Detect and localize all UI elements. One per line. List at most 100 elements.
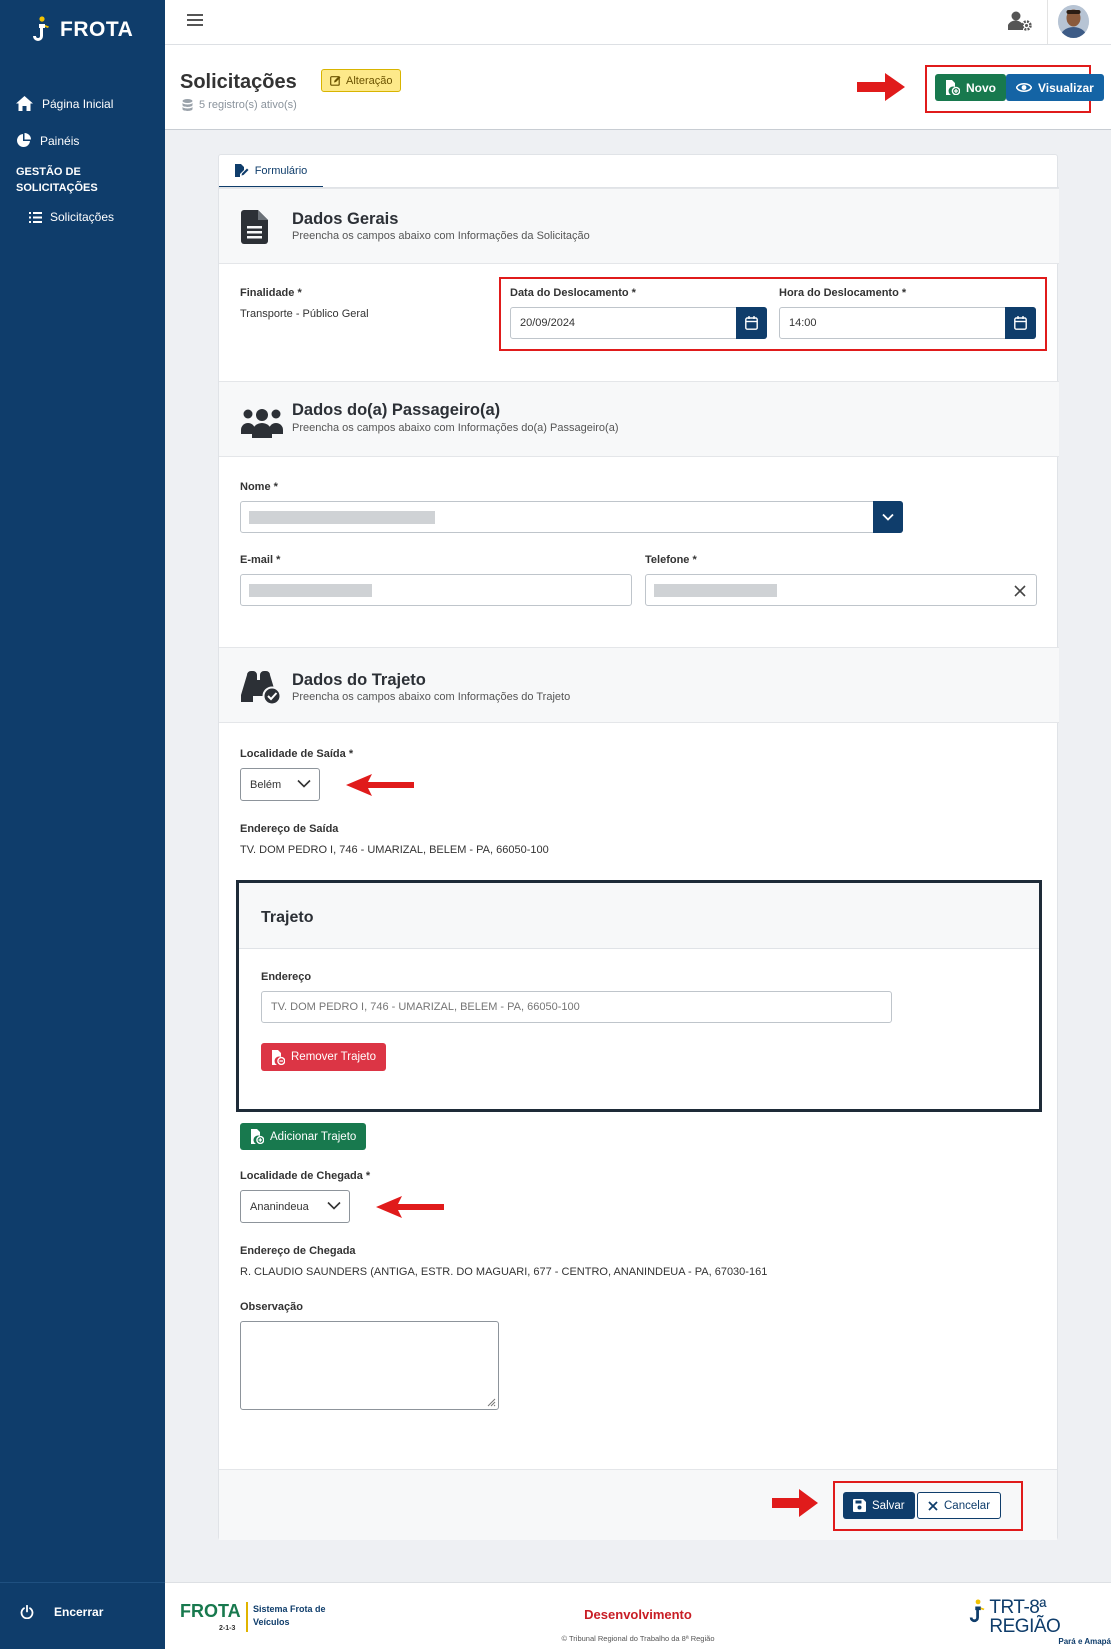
annotation-arrow-icon <box>346 774 414 796</box>
time-label: Hora do Deslocamento * <box>779 287 907 299</box>
user-settings-button[interactable] <box>1008 11 1032 31</box>
departure-label: Localidade de Saída * <box>240 748 354 760</box>
pie-chart-icon <box>17 133 31 147</box>
edit-icon <box>330 76 341 86</box>
purpose-value: Transporte - Público Geral <box>240 308 369 320</box>
annotation-arrow-icon <box>772 1489 818 1517</box>
phone-field[interactable] <box>645 574 1037 606</box>
general-section-title: Dados Gerais <box>292 210 399 228</box>
observation-label: Observação <box>240 1301 303 1313</box>
avatar[interactable] <box>1058 5 1089 38</box>
trajeto-address-label: Endereço <box>261 971 312 983</box>
tab-form[interactable]: Formulário <box>219 155 323 188</box>
new-button-label: Novo <box>966 80 996 95</box>
org-logo: TRT-8ª REGIÃO Pará e Amapá <box>967 1598 1111 1646</box>
time-picker-button[interactable] <box>1005 307 1036 339</box>
passenger-section-header: Dados do(a) Passageiro(a) Preencha os ca… <box>219 381 1059 457</box>
trajeto-address-input[interactable] <box>261 991 892 1023</box>
email-label: E-mail * <box>240 554 281 566</box>
add-route-button[interactable]: Adicionar Trajeto <box>240 1123 367 1150</box>
page-header: Solicitações Alteração 5 registro(s) ati… <box>165 45 1111 130</box>
resize-handle-icon[interactable] <box>486 1397 496 1407</box>
mode-badge: Alteração <box>321 69 402 92</box>
menu-toggle-button[interactable] <box>187 13 203 27</box>
annotation-arrow-icon <box>376 1196 444 1218</box>
form-card: Formulário Dados Gerais Preencha os camp… <box>218 154 1059 1540</box>
redacted-name <box>249 510 435 524</box>
arrival-select[interactable]: Ananindeua <box>240 1190 350 1223</box>
email-field[interactable] <box>240 574 632 606</box>
eye-icon <box>1016 83 1032 92</box>
list-icon <box>29 211 42 223</box>
view-button[interactable]: Visualizar <box>1006 74 1104 101</box>
org-subtitle: Pará e Amapá <box>1058 1637 1111 1646</box>
frota-logo-icon <box>33 16 49 41</box>
name-label: Nome * <box>240 481 278 493</box>
document-icon <box>241 210 268 244</box>
trajeto-panel: Trajeto Endereço Remover Trajeto <box>236 880 1042 1112</box>
sidebar-item-home[interactable]: Página Inicial <box>16 96 113 111</box>
route-section-subtitle: Preencha os campos abaixo com Informaçõe… <box>292 691 571 703</box>
departure-select[interactable]: Belém <box>240 768 320 801</box>
user-photo-icon <box>1058 5 1089 38</box>
time-value: 14:00 <box>789 317 817 329</box>
redacted-email <box>249 583 372 597</box>
save-label: Salvar <box>872 1499 905 1512</box>
general-section-header: Dados Gerais Preencha os campos abaixo c… <box>219 188 1059 264</box>
save-button[interactable]: Salvar <box>843 1492 915 1519</box>
cancel-label: Cancelar <box>944 1499 991 1512</box>
passenger-section-subtitle: Preencha os campos abaixo com Informaçõe… <box>292 422 619 434</box>
remove-route-button[interactable]: Remover Trajeto <box>261 1043 387 1071</box>
page-footer: FROTA 2-1-3 Sistema Frota de Veículos De… <box>165 1582 1111 1649</box>
app-logo[interactable]: FROTA <box>30 16 133 44</box>
remove-route-label: Remover Trajeto <box>291 1051 377 1063</box>
save-icon <box>853 1499 866 1512</box>
power-icon <box>20 1605 34 1619</box>
top-bar <box>165 0 1111 45</box>
arrival-address-value: R. CLAUDIO SAUNDERS (ANTIGA, ESTR. DO MA… <box>240 1266 768 1278</box>
logout-button[interactable]: Encerrar <box>20 1605 103 1619</box>
date-field[interactable]: 20/09/2024 <box>510 307 767 339</box>
sidebar-item-panels[interactable]: Painéis <box>16 133 79 148</box>
date-picker-button[interactable] <box>736 307 767 339</box>
clear-icon[interactable] <box>1014 585 1026 597</box>
chevron-down-icon <box>882 513 894 521</box>
chevron-down-icon <box>327 1201 341 1210</box>
user-cog-icon <box>1008 11 1032 31</box>
departure-address-label: Endereço de Saída <box>240 823 339 835</box>
mode-badge-label: Alteração <box>346 74 393 87</box>
file-plus-icon <box>251 1129 264 1144</box>
date-value: 20/09/2024 <box>520 317 576 329</box>
hamburger-icon <box>187 14 203 26</box>
file-minus-icon <box>272 1049 285 1065</box>
observation-textarea[interactable] <box>240 1321 499 1410</box>
org-name: TRT-8ª REGIÃO <box>989 1597 1061 1637</box>
app-name: FROTA <box>60 18 134 41</box>
map-check-icon <box>241 671 281 705</box>
departure-value: Belém <box>250 778 282 791</box>
add-route-label: Adicionar Trajeto <box>270 1130 357 1143</box>
page-title: Solicitações <box>180 71 297 93</box>
form-actions-bar: Salvar Cancelar <box>219 1469 1057 1540</box>
database-icon <box>182 99 193 111</box>
name-dropdown-button[interactable] <box>873 501 903 533</box>
name-select[interactable] <box>240 501 903 533</box>
chevron-down-icon <box>297 779 311 788</box>
annotation-arrow-icon <box>857 73 905 101</box>
time-field[interactable]: 14:00 <box>779 307 1036 339</box>
date-label: Data do Deslocamento * <box>510 287 636 299</box>
cancel-button[interactable]: Cancelar <box>917 1492 1002 1519</box>
sidebar-item-label: Página Inicial <box>42 96 114 111</box>
calendar-icon <box>1014 316 1027 330</box>
arrival-label: Localidade de Chegada * <box>240 1170 371 1182</box>
sidebar-item-requests[interactable]: Solicitações <box>29 210 114 224</box>
file-plus-icon <box>946 80 960 95</box>
new-button[interactable]: Novo <box>935 74 1006 101</box>
route-section-title: Dados do Trajeto <box>292 671 426 689</box>
arrival-value: Ananindeua <box>250 1200 309 1213</box>
calendar-icon <box>745 316 758 330</box>
records-count: 5 registro(s) ativo(s) <box>182 99 297 111</box>
sidebar-divider <box>0 1582 165 1583</box>
topbar-divider <box>1047 0 1048 44</box>
sidebar-section-title: GESTÃO DE SOLICITAÇÕES <box>16 166 98 194</box>
